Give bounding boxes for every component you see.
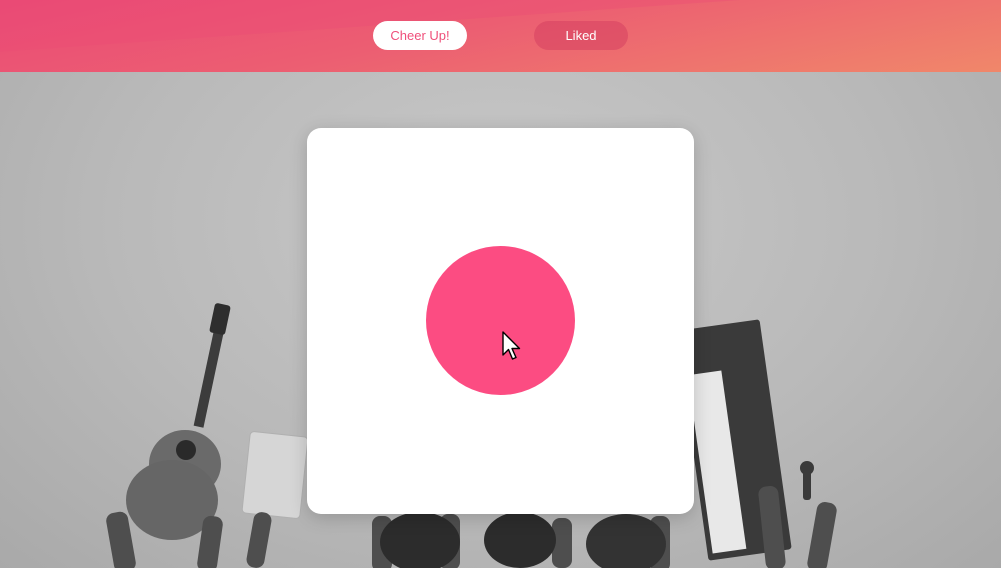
laptop-shape [241,431,309,519]
tab-liked[interactable]: Liked [534,21,628,50]
tab-cheer-up[interactable]: Cheer Up! [373,21,467,50]
guitar-shape [126,303,231,540]
suggestion-card [307,128,694,514]
top-nav-bar: Cheer Up! Liked [0,0,1001,72]
like-circle-button[interactable] [426,246,575,395]
header-gradient-sweep [0,0,1001,55]
microphone-shape [800,461,814,500]
